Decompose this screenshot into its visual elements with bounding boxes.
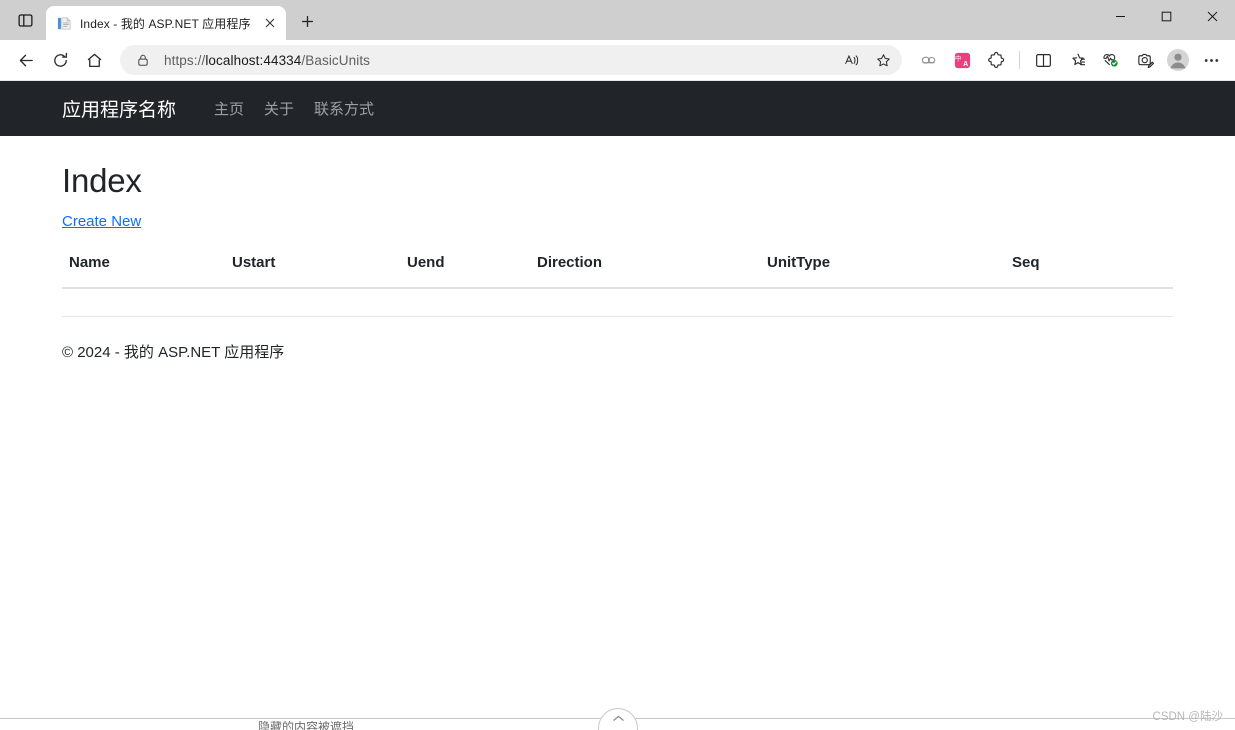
- column-header-unittype[interactable]: UnitType: [767, 254, 1012, 289]
- favorites-star-list-icon[interactable]: [1061, 44, 1093, 76]
- copilot-icon[interactable]: [912, 44, 944, 76]
- browser-tab[interactable]: Index - 我的 ASP.NET 应用程序: [46, 6, 286, 40]
- svg-text:A: A: [963, 60, 968, 67]
- column-header-direction[interactable]: Direction: [537, 254, 767, 289]
- create-new-link[interactable]: Create New: [62, 213, 141, 230]
- more-ellipsis-icon[interactable]: [1195, 44, 1227, 76]
- table-head: Name Ustart Uend Direction UnitType Seq: [62, 254, 1173, 289]
- url-scheme: https://: [164, 52, 206, 68]
- window-controls: [1097, 0, 1235, 40]
- refresh-icon[interactable]: [44, 44, 76, 76]
- page-title: Index: [62, 162, 142, 199]
- window-close-icon[interactable]: [1189, 0, 1235, 32]
- table-header-row: Name Ustart Uend Direction UnitType Seq: [62, 254, 1173, 289]
- nav-link-home[interactable]: 主页: [204, 98, 254, 119]
- tab-actions-icon[interactable]: [8, 3, 42, 37]
- tab-title: Index - 我的 ASP.NET 应用程序: [80, 16, 251, 31]
- url-host: localhost:44334: [205, 52, 302, 68]
- plus-icon[interactable]: [292, 6, 322, 36]
- close-icon[interactable]: [260, 13, 280, 33]
- document-favicon: [56, 15, 72, 31]
- nav-link-about[interactable]: 关于: [254, 98, 304, 119]
- browser-essentials-icon[interactable]: [1095, 44, 1127, 76]
- star-outline-icon[interactable]: [868, 47, 898, 73]
- translate-icon[interactable]: 中 A: [946, 44, 978, 76]
- address-bar[interactable]: https://localhost:44334/BasicUnits: [120, 45, 902, 75]
- site-footer: © 2024 - 我的 ASP.NET 应用程序: [62, 316, 1173, 362]
- maximize-icon[interactable]: [1143, 0, 1189, 32]
- address-bar-actions: [836, 47, 898, 73]
- profile-avatar-icon[interactable]: [1163, 45, 1193, 75]
- browser-toolbar: https://localhost:44334/BasicUnits 中 A: [0, 40, 1235, 81]
- footer-copyright: © 2024 - 我的 ASP.NET 应用程序: [62, 344, 285, 361]
- extensions-puzzle-icon[interactable]: [980, 44, 1012, 76]
- toolbar-divider: [1019, 51, 1020, 69]
- url-path: /BasicUnits: [301, 52, 371, 68]
- column-header-name[interactable]: Name: [62, 254, 232, 289]
- url-text: https://localhost:44334/BasicUnits: [164, 53, 836, 68]
- csdn-watermark: CSDN @陆沙: [1152, 711, 1223, 723]
- tab-strip: Index - 我的 ASP.NET 应用程序: [0, 0, 1235, 40]
- page-container: Index Create New Name Ustart Uend Direct…: [0, 162, 1235, 362]
- home-icon[interactable]: [78, 44, 110, 76]
- minimize-icon[interactable]: [1097, 0, 1143, 32]
- split-screen-icon[interactable]: [1027, 44, 1059, 76]
- lock-icon: [134, 51, 152, 69]
- back-arrow-icon[interactable]: [10, 44, 42, 76]
- column-header-ustart[interactable]: Ustart: [232, 254, 407, 289]
- svg-text:中: 中: [954, 53, 960, 62]
- collections-icon[interactable]: [1129, 44, 1161, 76]
- bottom-ghost-text: 隐藏的内容被遮挡: [258, 721, 355, 730]
- column-header-uend[interactable]: Uend: [407, 254, 537, 289]
- navbar-links: 主页 关于 联系方式: [204, 98, 384, 119]
- site-navbar: 应用程序名称 主页 关于 联系方式: [0, 81, 1235, 136]
- basic-units-table: Name Ustart Uend Direction UnitType Seq: [62, 254, 1173, 289]
- nav-link-contact[interactable]: 联系方式: [304, 98, 384, 119]
- navbar-brand[interactable]: 应用程序名称: [62, 95, 176, 122]
- read-aloud-icon[interactable]: [836, 47, 866, 73]
- column-header-seq[interactable]: Seq: [1012, 254, 1173, 289]
- browser-window: Index - 我的 ASP.NET 应用程序 https://localhos…: [0, 0, 1235, 730]
- page-viewport: 应用程序名称 主页 关于 联系方式 Index Create New Name …: [0, 81, 1235, 730]
